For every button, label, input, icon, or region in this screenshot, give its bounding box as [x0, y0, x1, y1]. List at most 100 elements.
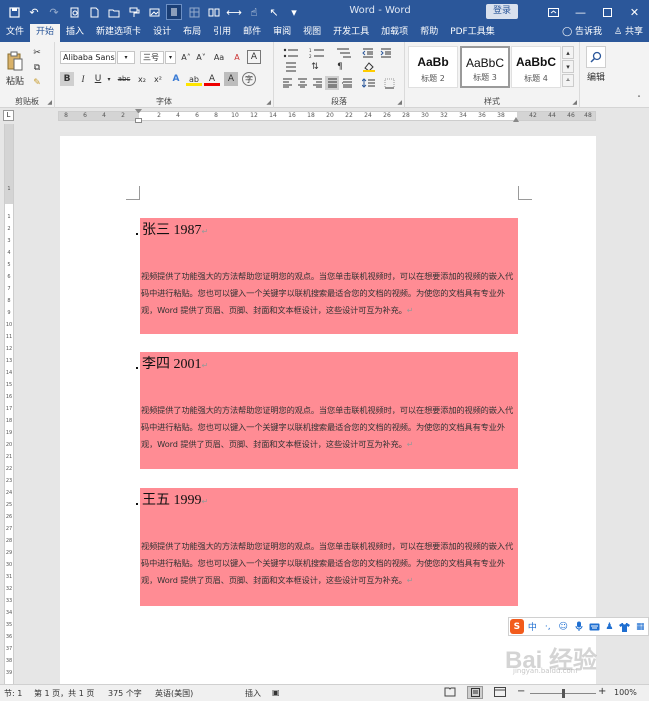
read-mode-view-icon[interactable] — [444, 687, 456, 699]
paste-button[interactable] — [4, 46, 26, 76]
numbering-icon[interactable]: 12 — [306, 46, 330, 59]
microphone-icon[interactable] — [571, 618, 586, 635]
shrink-font-icon[interactable]: A˅ — [194, 51, 208, 64]
italic-button[interactable]: I — [76, 72, 90, 86]
justify-icon[interactable] — [325, 76, 339, 90]
styles-scroll-down-icon[interactable]: ▾ — [562, 60, 574, 73]
select-cursor-icon[interactable]: ↖ — [266, 4, 282, 20]
image-icon[interactable] — [146, 4, 162, 20]
shading-icon[interactable] — [360, 61, 378, 73]
find-icon[interactable] — [586, 46, 606, 68]
zoom-slider-thumb[interactable] — [562, 689, 565, 698]
underline-dropdown-icon[interactable]: ▾ — [105, 72, 113, 86]
language-indicator[interactable]: 英语(美国) — [155, 688, 193, 699]
block-body[interactable]: 视频提供了功能强大的方法帮助您证明您的观点。当您单击联机视频时，可以在想要添加的… — [141, 402, 517, 453]
format-painter-brush-icon[interactable]: ✎ — [30, 77, 44, 89]
styles-launcher-icon[interactable]: ◢ — [572, 99, 577, 106]
character-border-icon[interactable]: A — [247, 50, 261, 64]
tab-addins[interactable]: 加载项 — [375, 24, 414, 42]
tab-new-tab[interactable]: 新建选项卡 — [90, 24, 147, 42]
macro-record-icon[interactable]: ▣ — [272, 688, 280, 697]
tab-pdf-tools[interactable]: PDF工具集 — [444, 24, 501, 42]
styles-scroll-up-icon[interactable]: ▴ — [562, 46, 574, 59]
customize-qat-icon[interactable]: ▾ — [286, 4, 302, 20]
open-folder-icon[interactable] — [106, 4, 122, 20]
style-heading-3[interactable]: AaBbC 标题 3 — [460, 46, 510, 88]
block-body[interactable]: 视频提供了功能强大的方法帮助您证明您的观点。当您单击联机视频时，可以在想要添加的… — [141, 538, 517, 589]
collapse-ribbon-icon[interactable]: ˄ — [634, 94, 644, 104]
minimize-icon[interactable]: — — [567, 0, 594, 24]
subscript-button[interactable]: x₂ — [135, 72, 149, 86]
print-preview-icon[interactable] — [66, 4, 82, 20]
page-indicator[interactable]: 第 1 页，共 1 页 — [34, 688, 94, 699]
sogou-logo-icon[interactable]: S — [510, 619, 524, 634]
ime-language-toggle[interactable]: 中 — [525, 618, 540, 635]
maximize-icon[interactable] — [594, 0, 621, 24]
zoom-in-button[interactable]: + — [598, 686, 606, 697]
paragraph-launcher-icon[interactable]: ◢ — [397, 99, 402, 106]
distributed-icon[interactable] — [340, 76, 354, 90]
block-body[interactable]: 视频提供了功能强大的方法帮助您证明您的观点。当您单击联机视频时，可以在想要添加的… — [141, 268, 517, 319]
right-indent-marker[interactable] — [513, 117, 519, 122]
width-icon[interactable]: ⟷ — [226, 4, 242, 20]
font-color-icon[interactable]: A — [204, 72, 220, 86]
font-launcher-icon[interactable]: ◢ — [266, 99, 271, 106]
highlight-color-icon[interactable]: ab — [186, 72, 202, 86]
align-left-icon[interactable] — [280, 76, 294, 90]
print-layout-view-icon[interactable] — [467, 686, 483, 699]
ribbon-display-options-icon[interactable] — [540, 0, 567, 24]
bold-button[interactable]: B — [60, 72, 74, 86]
strikethrough-button[interactable]: abc — [115, 72, 133, 86]
redo-icon[interactable]: ↷ — [46, 4, 62, 20]
styles-more-icon[interactable]: ⩡ — [562, 74, 574, 87]
touch-mode-icon[interactable]: ☝ — [246, 4, 262, 20]
word-count[interactable]: 375 个字 — [108, 688, 142, 699]
tab-view[interactable]: 视图 — [297, 24, 327, 42]
multilevel-list-icon[interactable] — [332, 46, 356, 59]
tab-layout[interactable]: 布局 — [177, 24, 207, 42]
character-shading-icon[interactable]: A — [224, 72, 238, 86]
left-indent-marker[interactable] — [135, 118, 142, 123]
tab-home[interactable]: 开始 — [30, 24, 61, 42]
font-size-dropdown[interactable]: 三号 — [140, 51, 164, 64]
block-heading[interactable]: 张三 1987↵ — [142, 219, 208, 239]
tab-review[interactable]: 审阅 — [267, 24, 297, 42]
ime-menu-icon[interactable]: ▦ — [633, 618, 648, 635]
align-right-icon[interactable] — [310, 76, 324, 90]
format-painter-icon[interactable] — [126, 4, 142, 20]
tab-help[interactable]: 帮助 — [414, 24, 444, 42]
tab-references[interactable]: 引用 — [207, 24, 237, 42]
tab-mailings[interactable]: 邮件 — [237, 24, 267, 42]
web-layout-view-icon[interactable] — [494, 687, 506, 699]
grow-font-icon[interactable]: A˄ — [179, 51, 193, 64]
bullets-icon[interactable] — [280, 46, 304, 59]
paste-label[interactable]: 粘贴 — [4, 74, 26, 87]
underline-button[interactable]: U — [91, 72, 105, 86]
columns-icon[interactable] — [206, 4, 222, 20]
tell-me-search[interactable]: ◯ 告诉我 — [556, 24, 608, 42]
font-name-chevron-icon[interactable]: ▾ — [117, 51, 135, 64]
share-button[interactable]: ♙ 共享 — [608, 24, 649, 42]
table-icon[interactable] — [186, 4, 202, 20]
chinese-layout-icon[interactable] — [280, 61, 302, 73]
new-document-icon[interactable] — [86, 4, 102, 20]
close-icon[interactable]: ✕ — [621, 0, 648, 24]
first-line-indent-marker[interactable] — [135, 109, 142, 114]
block-heading[interactable]: 李四 2001↵ — [142, 353, 208, 373]
read-mode-icon[interactable] — [166, 4, 182, 20]
shaded-paragraph-block[interactable]: 张三 1987↵ 视频提供了功能强大的方法帮助您证明您的观点。当您单击联机视频时… — [136, 218, 518, 334]
login-button[interactable]: 登录 — [486, 4, 518, 19]
skin-icon[interactable]: ♟ — [602, 618, 617, 635]
tab-insert[interactable]: 插入 — [60, 24, 90, 42]
style-heading-4[interactable]: AaBbC 标题 4 — [511, 46, 561, 88]
section-indicator[interactable]: 节: 1 — [4, 688, 22, 699]
enclose-characters-icon[interactable]: 字 — [242, 72, 256, 86]
copy-icon[interactable]: ⧉ — [30, 62, 44, 74]
line-spacing-icon[interactable] — [360, 76, 378, 90]
show-marks-icon[interactable]: ¶ — [332, 61, 348, 73]
block-heading[interactable]: 王五 1999↵ — [142, 489, 208, 509]
increase-indent-icon[interactable] — [378, 46, 394, 59]
clothes-icon[interactable] — [617, 618, 632, 635]
document-page[interactable]: 张三 1987↵ 视频提供了功能强大的方法帮助您证明您的观点。当您单击联机视频时… — [60, 136, 596, 684]
undo-icon[interactable]: ↶ — [26, 4, 42, 20]
